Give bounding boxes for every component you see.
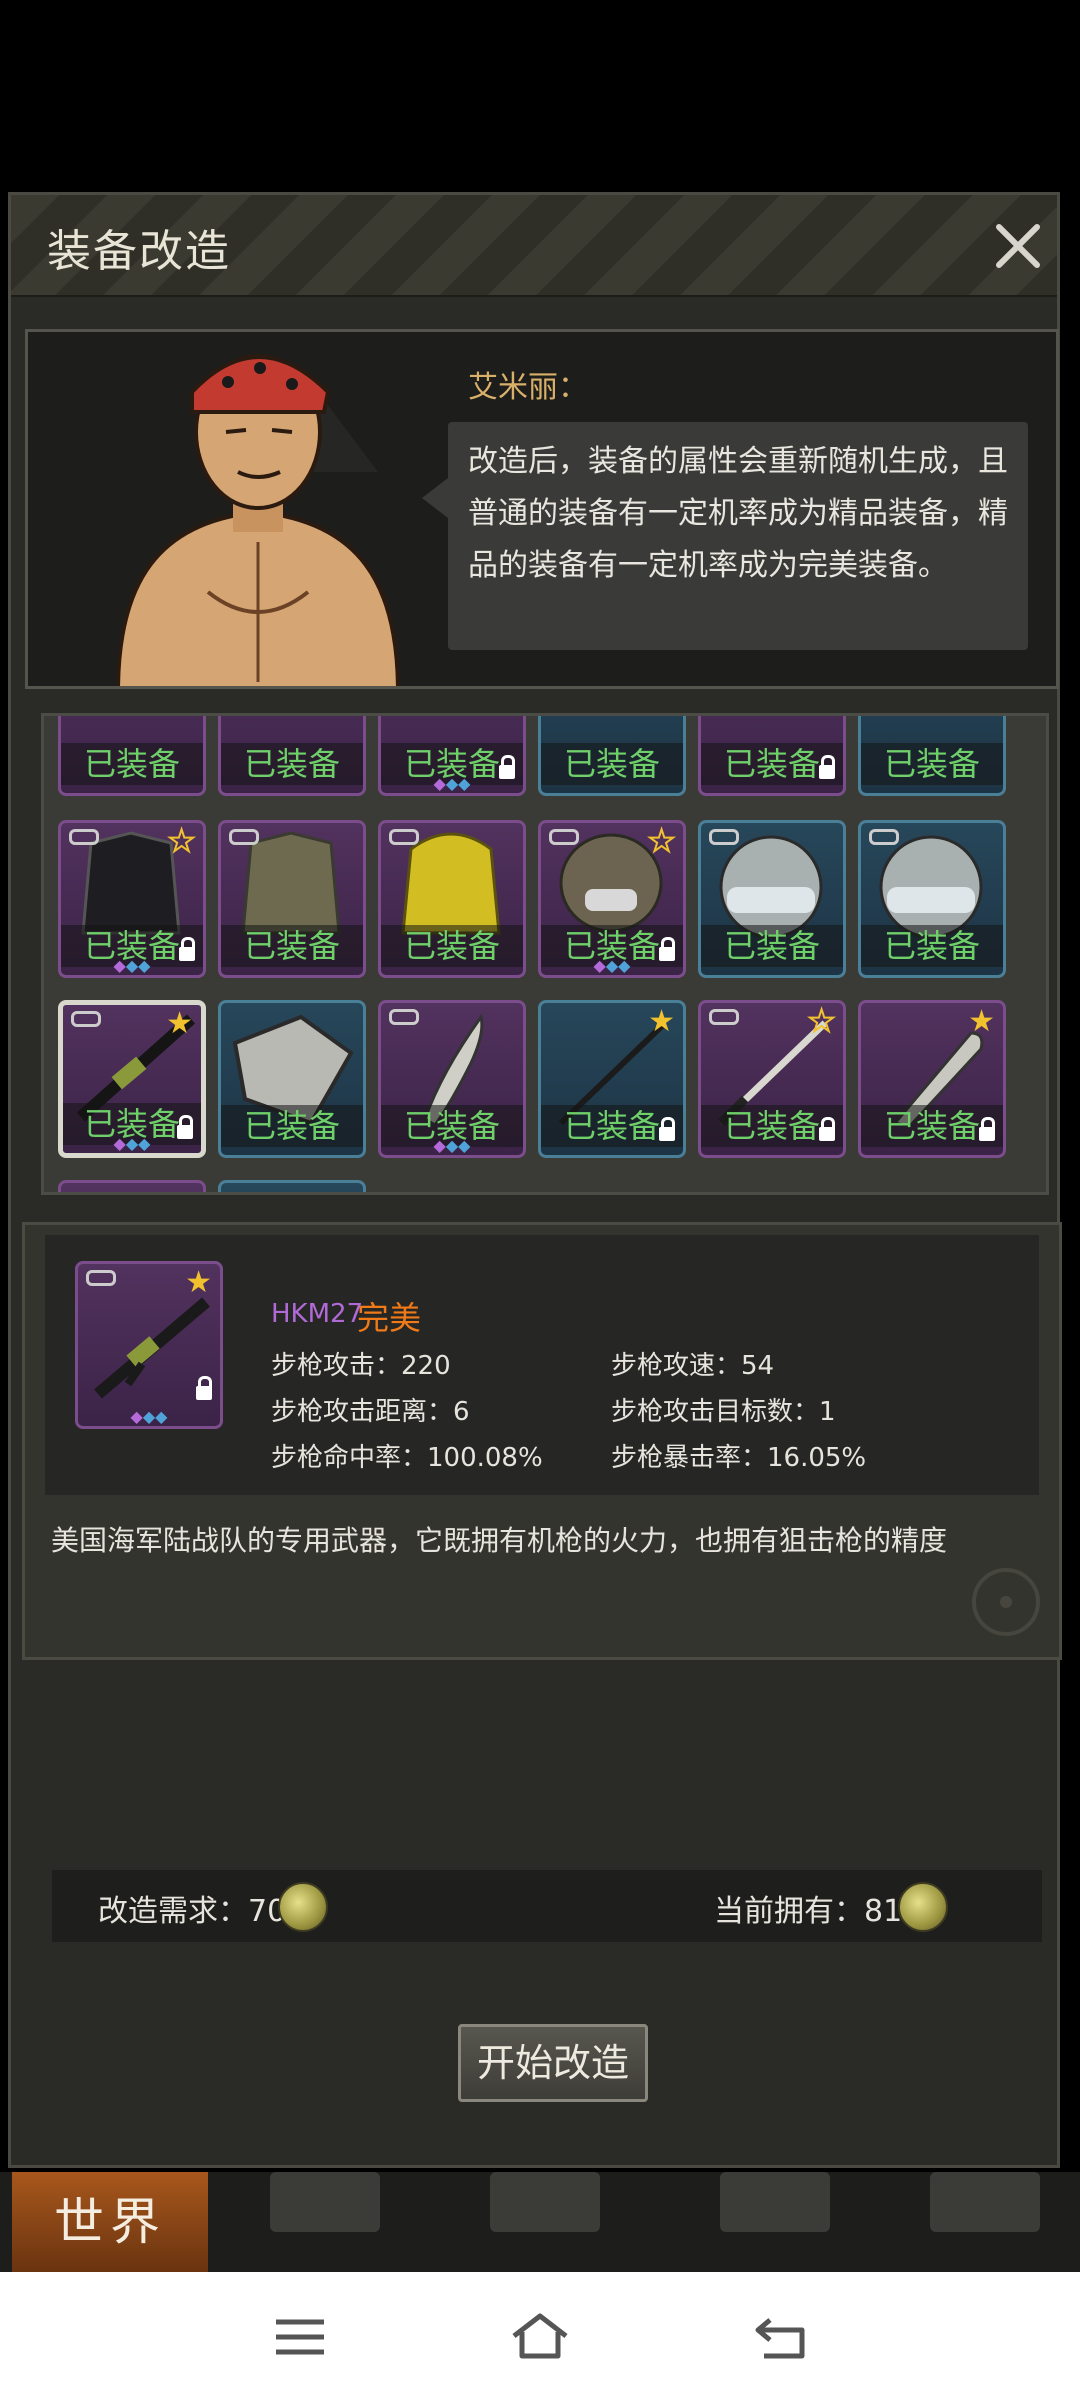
equipment-slot[interactable] — [218, 1180, 366, 1192]
equipment-slot[interactable]: 已装备 — [218, 716, 366, 796]
equipped-label: 已装备 — [221, 925, 363, 967]
back-icon[interactable] — [752, 2312, 812, 2362]
equipment-slot[interactable] — [58, 1180, 206, 1192]
cost-required: 改造需求：70 — [98, 1894, 287, 1929]
equipment-slot[interactable]: 已装备 ◆◆◆ — [378, 716, 526, 796]
lock-icon — [819, 1117, 835, 1141]
lock-icon — [659, 1117, 675, 1141]
equipment-slot[interactable]: ★ 已装备 — [858, 1000, 1006, 1158]
gems: ◆◆◆ — [433, 774, 471, 793]
gems: ◆◆◆ — [433, 1136, 471, 1155]
npc-panel: 艾米丽： 改造后，装备的属性会重新随机生成，且 普通的装备有一定机率成为精品装备… — [25, 329, 1059, 689]
link-icon — [549, 829, 579, 845]
equipped-label: 已装备 — [861, 925, 1003, 967]
menu-icon[interactable] — [272, 2316, 328, 2358]
title-bar: 装备改造 — [11, 195, 1057, 297]
link-icon — [709, 829, 739, 845]
equipment-slot[interactable]: 已装备 — [218, 1000, 366, 1158]
equipment-grid[interactable]: 已装备 已装备 已装备 ◆◆◆ 已装备 已装备 已装备 ★ 已装备 ◆◆◆ 已装备 已装备 ★ 已装备 ◆◆… — [41, 713, 1049, 1195]
nav-character-icon[interactable] — [490, 2172, 600, 2232]
equipped-label: 已装备 — [861, 743, 1003, 785]
speech-bubble: 改造后，装备的属性会重新随机生成，且 普通的装备有一定机率成为精品装备，精 品的… — [422, 422, 1028, 650]
equipment-slot[interactable]: 已装备 — [858, 716, 1006, 796]
stat-crit-rate: 步枪暴击率：16.05% — [611, 1443, 867, 1473]
link-icon — [389, 1009, 419, 1025]
equipment-slot[interactable]: ★ 已装备 — [538, 1000, 686, 1158]
equipment-slot[interactable]: ★ 已装备 ◆◆◆ — [538, 820, 686, 978]
stat-hit-rate: 步枪命中率：100.08% — [271, 1443, 543, 1473]
selected-item-icon: ★ ◆◆◆ — [75, 1261, 223, 1429]
rifle-icon — [94, 1297, 210, 1399]
stat-attack: 步枪攻击：220 — [271, 1351, 451, 1381]
equipped-label: 已装备 — [541, 743, 683, 785]
nav-inventory-icon[interactable] — [270, 2172, 380, 2232]
gems: ◆◆◆ — [113, 956, 151, 975]
star-icon: ★ — [648, 1004, 675, 1039]
equipment-slot[interactable]: 已装备 ◆◆◆ — [378, 1000, 526, 1158]
speech-text: 改造后，装备的属性会重新随机生成，且 普通的装备有一定机率成为精品装备，精 品的… — [468, 436, 1008, 592]
close-icon[interactable] — [991, 219, 1045, 273]
npc-portrait — [88, 332, 428, 686]
equipment-slot[interactable]: 已装备 — [698, 716, 846, 796]
equipped-label: 已装备 — [381, 925, 523, 967]
item-quality: 完美 — [357, 1299, 422, 1337]
speech-line: 改造后，装备的属性会重新随机生成，且 — [468, 444, 1008, 479]
gems: ◆◆◆ — [130, 1407, 168, 1426]
star-icon: ★ — [968, 1004, 995, 1039]
link-icon — [71, 1011, 101, 1027]
star-icon: ★ — [166, 1006, 193, 1041]
stat-attack-range: 步枪攻击距离：6 — [271, 1397, 470, 1427]
star-icon: ★ — [807, 1004, 836, 1039]
equipment-slot[interactable]: ★ 已装备 — [698, 1000, 846, 1158]
star-icon: ★ — [647, 824, 676, 859]
stat-attack-speed: 步枪攻速：54 — [611, 1351, 775, 1381]
item-detail-header: ★ ◆◆◆ HKM27 完美 步枪攻击：220 步枪攻速：54 步枪攻击距离：6… — [45, 1235, 1039, 1495]
cost-bar: 改造需求：70 当前拥有：818 — [52, 1870, 1042, 1942]
dialog-title: 装备改造 — [47, 226, 231, 277]
equipment-slot[interactable]: 已装备 — [538, 716, 686, 796]
lock-icon — [196, 1376, 212, 1400]
equipped-label: 已装备 — [221, 743, 363, 785]
item-description: 美国海军陆战队的专用武器，它既拥有机枪的火力，也拥有狙击枪的精度 — [51, 1524, 948, 1557]
item-detail-panel: ★ ◆◆◆ HKM27 完美 步枪攻击：220 步枪攻速：54 步枪攻击距离：6… — [22, 1222, 1062, 1660]
coin-icon — [898, 1882, 948, 1932]
system-nav-bar — [0, 2272, 1080, 2400]
coin-icon — [278, 1882, 328, 1932]
link-icon — [229, 829, 259, 845]
equipment-slot[interactable]: 已装备 — [858, 820, 1006, 978]
equipment-slot[interactable]: 已装备 — [698, 820, 846, 978]
equipment-slot[interactable]: ★ 已装备 ◆◆◆ — [58, 820, 206, 978]
equipped-label: 已装备 — [61, 743, 203, 785]
speech-line: 普通的装备有一定机率成为精品装备，精 — [468, 496, 1008, 531]
equipped-label: 已装备 — [701, 925, 843, 967]
gems: ◆◆◆ — [113, 1134, 151, 1153]
link-icon — [869, 829, 899, 845]
nav-building-icon[interactable] — [720, 2172, 830, 2232]
link-icon — [389, 829, 419, 845]
npc-name: 艾米丽： — [468, 370, 588, 405]
equipped-label: 已装备 — [221, 1105, 363, 1147]
lock-icon — [819, 755, 835, 779]
equipment-slot[interactable]: 已装备 — [218, 820, 366, 978]
item-name: HKM27 — [271, 1299, 364, 1329]
start-modify-button[interactable]: 开始改造 — [458, 2024, 648, 2102]
link-icon — [69, 829, 99, 845]
stat-target-count: 步枪攻击目标数：1 — [611, 1397, 836, 1427]
cost-owned: 当前拥有：818 — [714, 1894, 922, 1929]
nav-world-tab[interactable]: 世界 — [12, 2172, 208, 2272]
radiation-icon — [972, 1568, 1040, 1636]
speech-line: 品的装备有一定机率成为完美装备。 — [468, 548, 948, 583]
equipment-slot[interactable]: 已装备 — [58, 716, 206, 796]
star-icon: ★ — [167, 824, 196, 859]
link-icon — [709, 1009, 739, 1025]
home-icon[interactable] — [508, 2310, 572, 2362]
equipment-slot[interactable]: ★ 已装备 ◆◆◆ — [58, 1000, 206, 1158]
lock-icon — [979, 1117, 995, 1141]
equipment-slot[interactable]: 已装备 — [378, 820, 526, 978]
gems: ◆◆◆ — [593, 956, 631, 975]
link-icon — [86, 1270, 116, 1286]
nav-vehicle-icon[interactable] — [930, 2172, 1040, 2232]
